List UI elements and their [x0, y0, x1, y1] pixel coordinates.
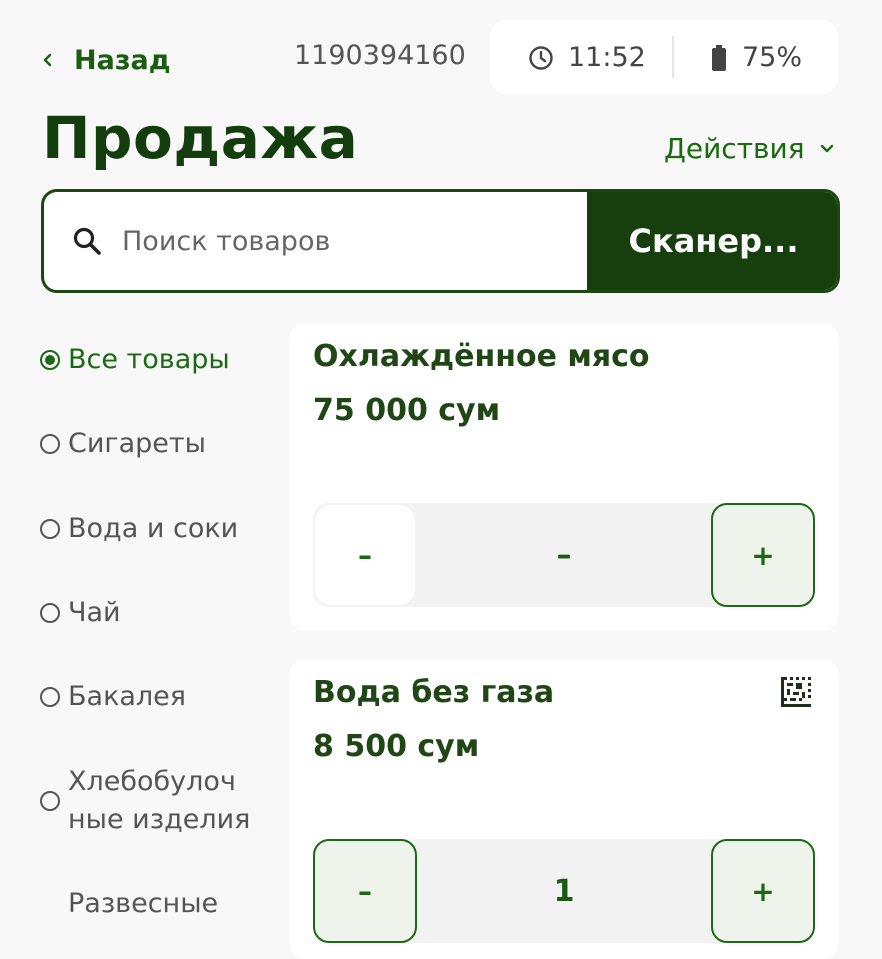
clock-status: 11:52 [528, 42, 646, 73]
battery-text: 75% [742, 42, 803, 73]
category-water-juice[interactable]: Вода и соки [40, 510, 238, 548]
increment-button[interactable]: + [711, 839, 815, 943]
category-bakery[interactable]: Хлебобулоч ные изделия [40, 763, 250, 839]
page-title: Продажа [42, 104, 359, 172]
radio-icon [40, 519, 60, 539]
category-tea[interactable]: Чай [40, 594, 121, 632]
quantity-value: – [556, 537, 572, 573]
battery-icon [712, 44, 726, 71]
chevron-down-icon [820, 144, 833, 152]
actions-dropdown[interactable]: Действия [664, 132, 835, 165]
search-bar: Сканер... [41, 189, 840, 293]
category-all[interactable]: Все товары [40, 341, 230, 379]
product-price: 8 500 сум [313, 729, 480, 764]
category-cigarettes[interactable]: Сигареты [40, 425, 206, 463]
product-price: 75 000 сум [313, 393, 501, 428]
search-field[interactable] [44, 192, 587, 290]
status-pill: 11:52 75% [490, 20, 838, 94]
category-label: Бакалея [68, 681, 187, 712]
product-name: Вода без газа [313, 675, 555, 710]
category-label: Развесные [68, 888, 219, 919]
battery-status: 75% [710, 42, 802, 73]
actions-label: Действия [664, 132, 805, 165]
product-name: Охлаждённое мясо [313, 339, 650, 374]
search-input[interactable] [120, 224, 544, 258]
radio-icon [40, 791, 60, 811]
product-card[interactable]: Охлаждённое мясо 75 000 сум – – + [289, 323, 839, 631]
time-text: 11:52 [568, 42, 646, 73]
device-id: 1190394160 [294, 40, 466, 71]
category-label: Хлебобулоч ные изделия [68, 766, 251, 835]
decrement-button[interactable]: – [313, 839, 417, 943]
category-label: Сигареты [68, 428, 206, 459]
scanner-button[interactable]: Сканер... [587, 192, 837, 290]
status-divider [672, 36, 674, 78]
category-grocery[interactable]: Бакалея [40, 678, 186, 716]
back-button[interactable]: Назад [40, 38, 171, 82]
radio-icon [40, 603, 60, 623]
category-bulk[interactable]: Развесные [40, 885, 218, 923]
product-card[interactable]: Вода без газа 8 500 сум – 1 + [289, 659, 839, 959]
radio-selected-icon [40, 350, 60, 370]
datamatrix-icon [781, 677, 811, 707]
increment-button[interactable]: + [711, 503, 815, 607]
chevron-left-icon [43, 53, 52, 67]
decrement-button[interactable]: – [315, 505, 415, 605]
category-label: Чай [68, 597, 121, 628]
back-label: Назад [74, 44, 171, 76]
clock-icon [529, 45, 553, 70]
quantity-stepper: – 1 + [313, 839, 815, 943]
radio-icon [40, 434, 60, 454]
radio-icon [40, 687, 60, 707]
quantity-stepper: – – + [313, 503, 815, 607]
category-label: Все товары [68, 344, 230, 375]
quantity-value: 1 [553, 873, 575, 909]
search-icon [73, 227, 101, 255]
category-label: Вода и соки [68, 513, 239, 544]
